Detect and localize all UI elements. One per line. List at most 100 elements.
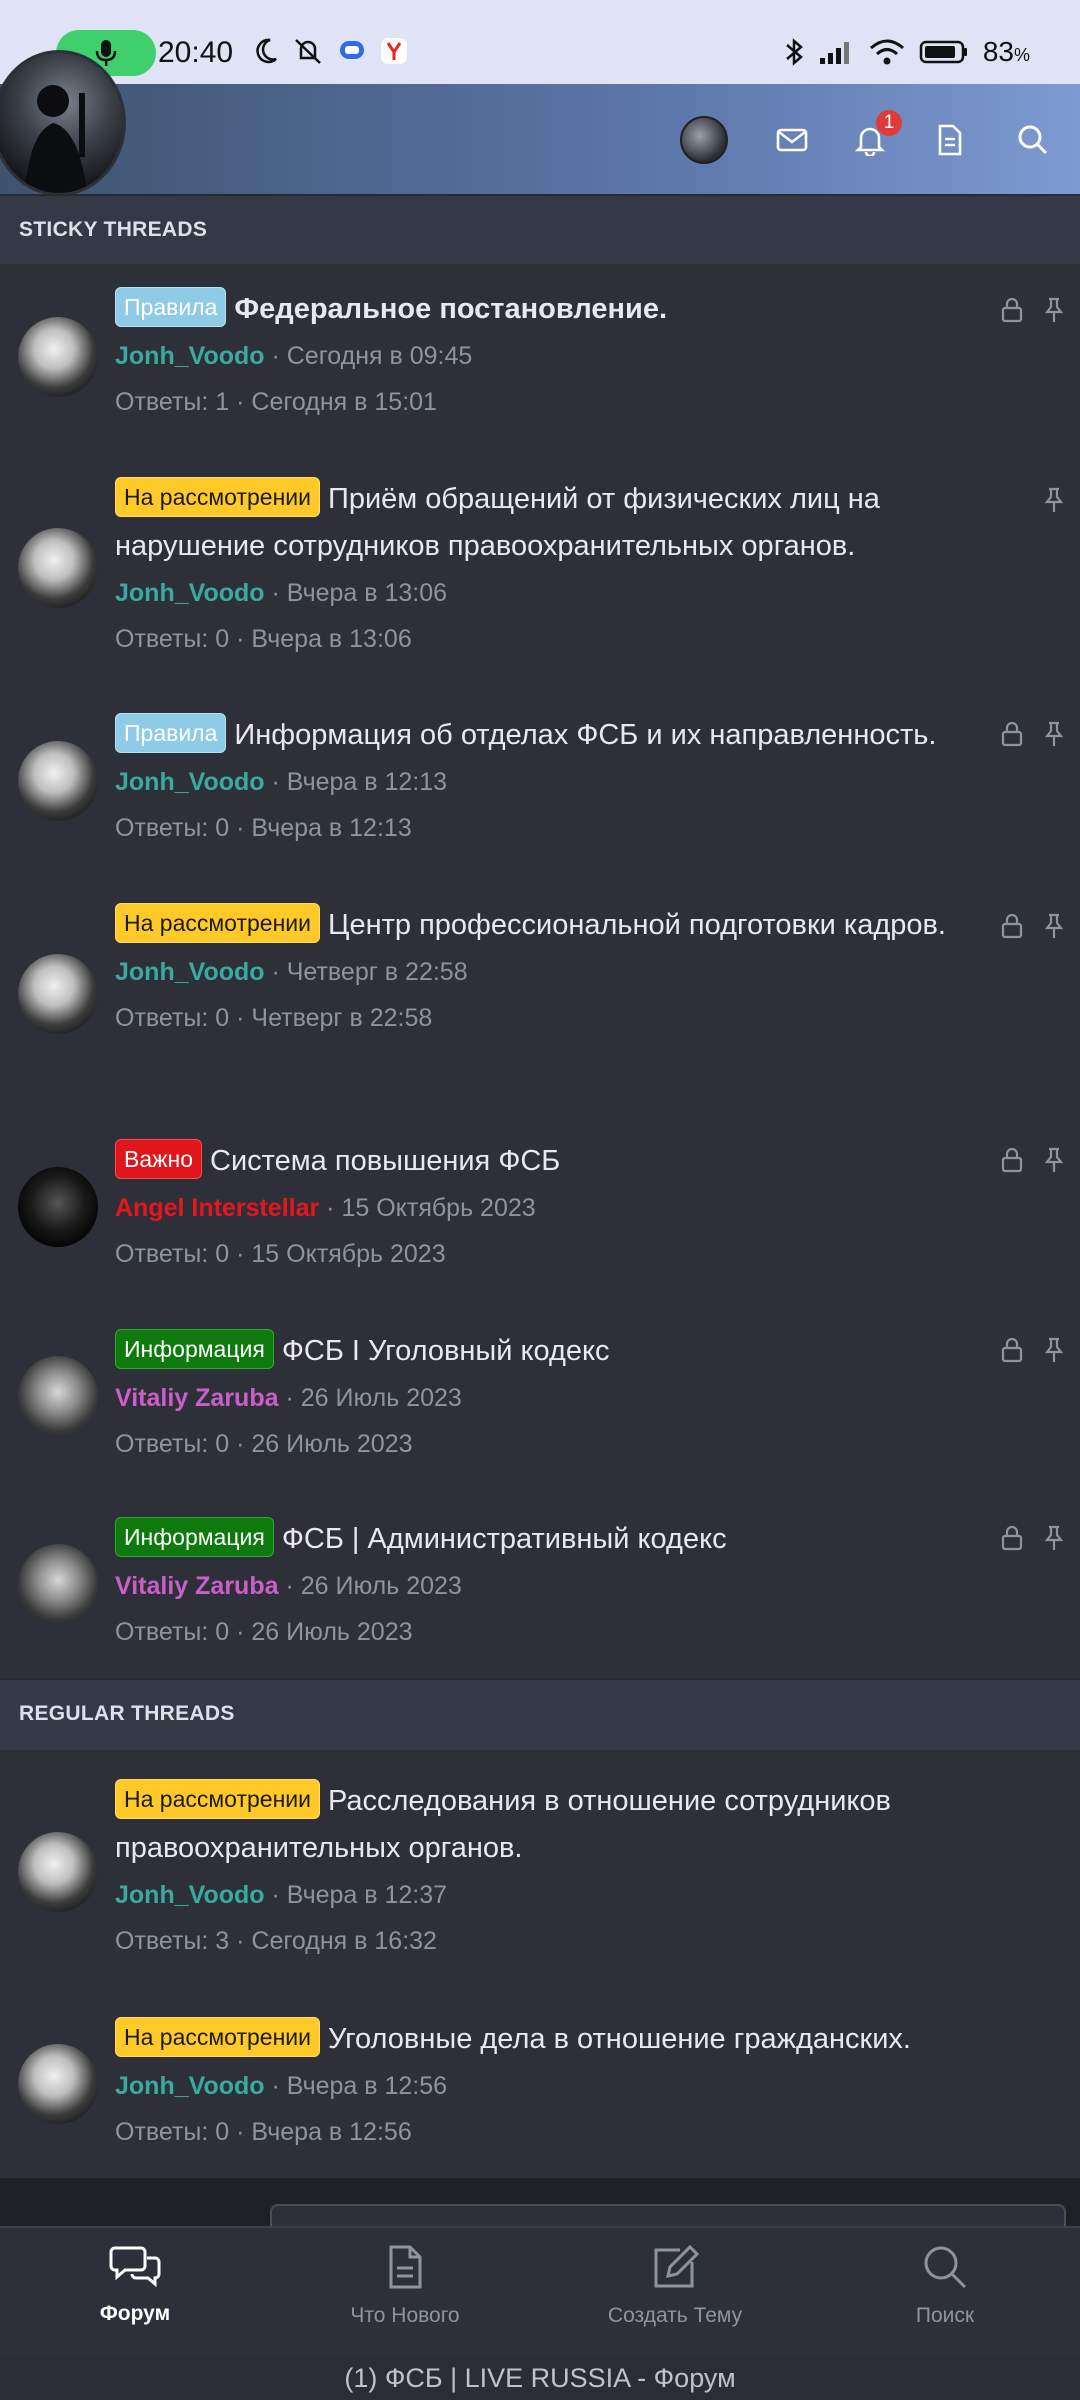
author-avatar[interactable] (18, 528, 98, 608)
thread-status-icons (1000, 296, 1066, 324)
signal-icon (819, 42, 849, 64)
thread-status-icons (1000, 912, 1066, 940)
author-link[interactable]: Jonh_Voodo (115, 958, 265, 986)
nav-search[interactable]: Поиск (810, 2228, 1080, 2358)
nav-create-thread[interactable]: Создать Тему (540, 2228, 810, 2358)
thread-meta: Jonh_Voodo · Вчера в 12:37 (115, 1881, 448, 1909)
thread-meta: Vitaliy Zaruba · 26 Июль 2023 (115, 1384, 462, 1412)
pin-icon (1044, 297, 1064, 322)
wifi-icon (869, 39, 904, 65)
thread-date[interactable]: Четверг в 22:58 (287, 958, 468, 986)
header-search-button[interactable] (1009, 116, 1057, 164)
thread-date[interactable]: Сегодня в 09:45 (287, 342, 473, 370)
thread-row[interactable]: На рассмотрении Приём обращений от физиче… (0, 450, 1080, 688)
author-link[interactable]: Vitaliy Zaruba (115, 1572, 279, 1600)
user-avatar (680, 116, 728, 164)
thread-date[interactable]: 15 Октябрь 2023 (341, 1194, 535, 1222)
pin-icon (1044, 1525, 1064, 1550)
status-bar: 20:40 83% (0, 0, 1080, 84)
thread-title[interactable]: Важно Система повышения ФСБ (115, 1138, 975, 1185)
lock-icon (1001, 1337, 1023, 1363)
thread-row[interactable]: Информация ФСБ | Административный кодекс … (0, 1490, 1080, 1680)
thread-row[interactable]: На рассмотрении Уголовные дела в отношени… (0, 1988, 1080, 2180)
thread-date[interactable]: Вчера в 13:06 (287, 579, 447, 607)
create-thread-icon (654, 2244, 700, 2288)
thread-title[interactable]: Правила Информация об отделах ФСБ и их на… (115, 712, 975, 759)
forum-logo-avatar[interactable] (0, 50, 126, 196)
thread-title[interactable]: Информация ФСБ I Уголовный кодекс (115, 1328, 975, 1375)
lock-icon (1001, 1147, 1023, 1173)
section-title: STICKY THREADS (19, 218, 208, 241)
author-link[interactable]: Jonh_Voodo (115, 768, 265, 796)
author-avatar[interactable] (18, 2044, 98, 2124)
thread-meta: Jonh_Voodo · Вчера в 13:06 (115, 579, 448, 607)
author-avatar[interactable] (18, 1544, 98, 1624)
thread-row[interactable]: На рассмотрении Расследования в отношение… (0, 1750, 1080, 1990)
thread-date[interactable]: 26 Июль 2023 (301, 1384, 462, 1412)
thread-status-icons (1000, 720, 1066, 748)
thread-title[interactable]: Правила Федеральное постановление. (115, 286, 975, 333)
lock-icon (1001, 721, 1023, 747)
author-avatar[interactable] (18, 1832, 98, 1912)
thread-stats: Ответы: 0 · 15 Октябрь 2023 (115, 1240, 446, 1268)
pin-icon (1044, 913, 1064, 938)
thread-status-icons (1042, 486, 1066, 514)
inbox-button[interactable] (768, 116, 816, 164)
thread-title[interactable]: Информация ФСБ | Административный кодекс (115, 1516, 975, 1563)
thread-meta: Jonh_Voodo · Сегодня в 09:45 (115, 342, 473, 370)
nav-forum[interactable]: Форум (0, 2228, 270, 2358)
thread-row[interactable]: Информация ФСБ I Уголовный кодекс Vitaliy… (0, 1302, 1080, 1492)
user-avatar-button[interactable] (680, 116, 728, 164)
thread-status-icons (1000, 1336, 1066, 1364)
pin-icon (1044, 1147, 1064, 1172)
author-link[interactable]: Jonh_Voodo (115, 2072, 265, 2100)
battery-level: 83% (982, 36, 1030, 67)
author-link[interactable]: Jonh_Voodo (115, 1881, 265, 1909)
author-avatar[interactable] (18, 1167, 98, 1247)
thread-title[interactable]: На рассмотрении Уголовные дела в отношени… (115, 2016, 975, 2063)
thread-meta: Angel Interstellar · 15 Октябрь 2023 (115, 1194, 536, 1222)
thread-status-icons (1000, 1524, 1066, 1552)
battery-icon (919, 40, 967, 64)
thread-date[interactable]: Вчера в 12:37 (287, 1881, 447, 1909)
thread-row[interactable]: Правила Федеральное постановление. Jonh_V… (0, 264, 1080, 452)
author-avatar[interactable] (18, 954, 98, 1034)
thread-meta: Jonh_Voodo · Вчера в 12:56 (115, 2072, 448, 2100)
author-avatar[interactable] (18, 317, 98, 397)
thread-title[interactable]: На рассмотрении Центр профессиональной по… (115, 902, 975, 949)
clock: 20:40 (158, 36, 234, 69)
mail-icon (776, 128, 808, 152)
soldier-silhouette-icon (25, 85, 87, 193)
thread-row[interactable]: Правила Информация об отделах ФСБ и их на… (0, 686, 1080, 878)
section-title: REGULAR THREADS (19, 1702, 235, 1725)
search-icon (1018, 125, 1048, 155)
prefix-badge: Информация (115, 1329, 274, 1369)
thread-title[interactable]: На рассмотрении Приём обращений от физиче… (115, 476, 975, 570)
author-link[interactable]: Angel Interstellar (115, 1194, 319, 1222)
alerts-button[interactable]: 1 (846, 110, 902, 164)
author-link[interactable]: Vitaliy Zaruba (115, 1384, 279, 1412)
thread-status-icons (1000, 1146, 1066, 1174)
prefix-badge: На рассмотрении (115, 903, 320, 943)
thread-row[interactable]: На рассмотрении Центр профессиональной по… (0, 876, 1080, 1114)
thread-date[interactable]: Вчера в 12:56 (287, 2072, 447, 2100)
thread-title[interactable]: На рассмотрении Расследования в отношение… (115, 1778, 975, 1872)
notification-icons (252, 36, 408, 66)
lock-icon (1001, 297, 1023, 323)
notification-badge: 1 (876, 110, 902, 136)
thread-row[interactable]: Важно Система повышения ФСБ Angel Interst… (0, 1112, 1080, 1304)
thread-date[interactable]: 26 Июль 2023 (301, 1572, 462, 1600)
nav-whats-new[interactable]: Что Нового (270, 2228, 540, 2358)
bluetooth-icon (786, 38, 803, 66)
prefix-badge: Правила (115, 287, 227, 327)
author-avatar[interactable] (18, 741, 98, 821)
author-avatar[interactable] (18, 1356, 98, 1436)
author-link[interactable]: Jonh_Voodo (115, 342, 265, 370)
prefix-badge: Важно (115, 1139, 203, 1179)
new-posts-button[interactable] (926, 116, 974, 164)
author-link[interactable]: Jonh_Voodo (115, 579, 265, 607)
thread-date[interactable]: Вчера в 12:13 (287, 768, 447, 796)
thread-meta: Jonh_Voodo · Четверг в 22:58 (115, 958, 468, 986)
lock-icon (1001, 913, 1023, 939)
document-icon (938, 124, 962, 156)
